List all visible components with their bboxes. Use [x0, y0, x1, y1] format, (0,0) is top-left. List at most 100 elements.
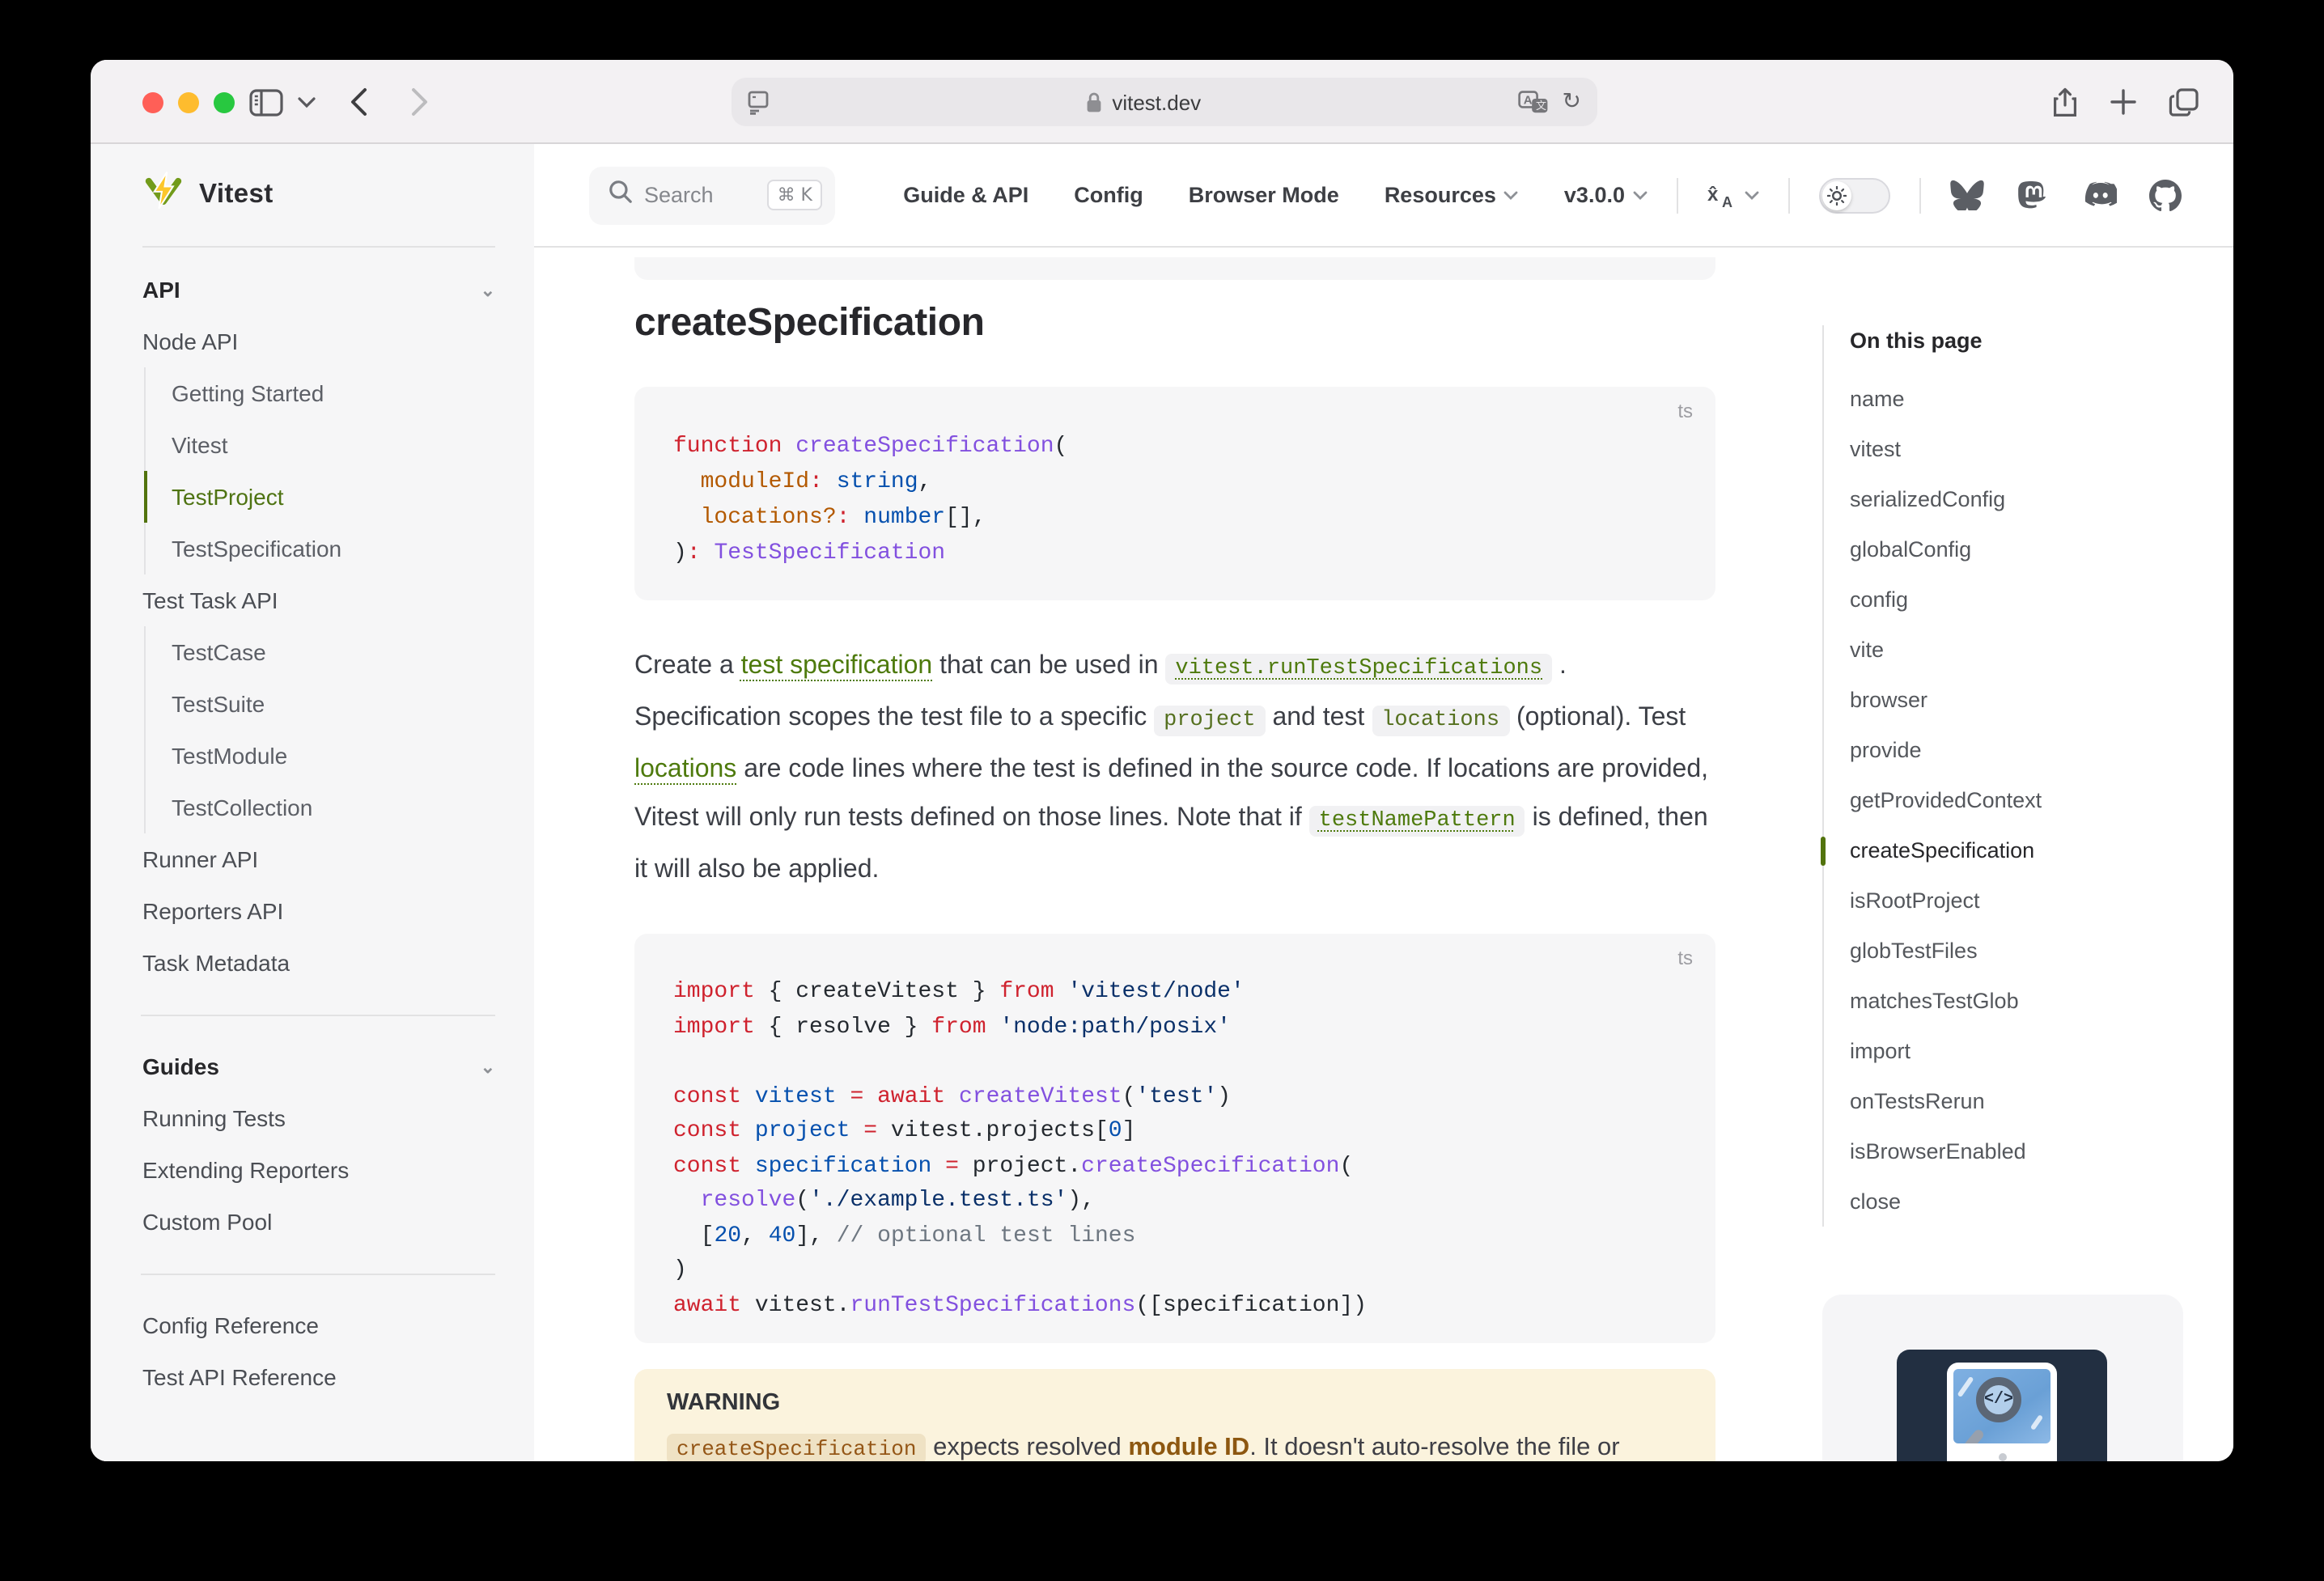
- sidebar-item-running-tests[interactable]: Running Tests: [142, 1092, 495, 1144]
- code-line: const specification = project.createSpec…: [673, 1150, 1677, 1185]
- search-shortcut-badge: ⌘ K: [768, 180, 822, 210]
- sponsor-card[interactable]: </>: [1822, 1295, 2183, 1461]
- inline-code: locations: [1372, 706, 1509, 736]
- github-icon[interactable]: [2149, 179, 2182, 211]
- outline-item-globtestfiles[interactable]: globTestFiles: [1850, 926, 2186, 976]
- outline-item-name[interactable]: name: [1850, 374, 2186, 424]
- outline-item-getprovidedcontext[interactable]: getProvidedContext: [1850, 775, 2186, 825]
- language-icon[interactable]: x̂A: [1707, 182, 1759, 208]
- sidebar-section-api[interactable]: API⌄: [142, 264, 495, 316]
- divider: [1919, 177, 1921, 213]
- outline-item-vitest[interactable]: vitest: [1850, 424, 2186, 474]
- nav-link-config[interactable]: Config: [1074, 183, 1143, 207]
- sidebar: Vitest API⌄Node APIGetting StartedVitest…: [91, 144, 534, 1461]
- outline-item-vite[interactable]: vite: [1850, 625, 2186, 675]
- sidebar-item-testmodule[interactable]: TestModule: [172, 730, 495, 782]
- divider: [141, 1274, 495, 1275]
- previous-code-block-partial: [634, 257, 1715, 280]
- sponsor-illustration: </>: [1897, 1350, 2107, 1461]
- code-lang-label: ts: [1677, 947, 1693, 969]
- outline-item-matchestestglob[interactable]: matchesTestGlob: [1850, 976, 2186, 1026]
- close-window-button[interactable]: [142, 91, 163, 112]
- minimize-window-button[interactable]: [178, 91, 199, 112]
- outline-item-close[interactable]: close: [1850, 1176, 2186, 1227]
- inline-link[interactable]: module ID: [1128, 1434, 1249, 1461]
- outline-item-ontestsrerun[interactable]: onTestsRerun: [1850, 1076, 2186, 1126]
- screen: vitest.dev A文 ↻: [0, 0, 2324, 1581]
- sidebar-item-node-api[interactable]: Node API: [142, 316, 495, 367]
- bluesky-icon[interactable]: [1950, 180, 1984, 210]
- outline-item-serializedconfig[interactable]: serializedConfig: [1850, 474, 2186, 524]
- outline-item-browser[interactable]: browser: [1850, 675, 2186, 725]
- page-title: createSpecification: [634, 299, 1715, 348]
- sidebar-item-vitest[interactable]: Vitest: [172, 419, 495, 471]
- inline-link[interactable]: test specification: [741, 652, 933, 680]
- mastodon-icon[interactable]: [2017, 178, 2049, 212]
- inline-code-link[interactable]: vitest.runTestSpecifications: [1165, 654, 1552, 685]
- warning-text: expects resolved: [926, 1434, 1128, 1461]
- outline-item-globalconfig[interactable]: globalConfig: [1850, 524, 2186, 574]
- search-input[interactable]: Search ⌘ K: [589, 166, 835, 224]
- sidebar-item-task-metadata[interactable]: Task Metadata: [142, 937, 495, 989]
- body-text: Create a: [634, 652, 741, 680]
- translate-badge-icon[interactable]: A文: [1519, 90, 1550, 114]
- reload-icon[interactable]: ↻: [1563, 89, 1581, 115]
- divider: [1788, 177, 1790, 213]
- logo[interactable]: Vitest: [142, 144, 495, 248]
- sidebar-item-getting-started[interactable]: Getting Started: [172, 367, 495, 419]
- sidebar-section-guides[interactable]: Guides⌄: [142, 1041, 495, 1092]
- discord-icon[interactable]: [2081, 181, 2117, 209]
- main-content: Search ⌘ K Guide & API Config Browser Mode…: [534, 144, 2233, 1461]
- nav-dropdown-resources[interactable]: Resources: [1385, 183, 1519, 207]
- sidebar-item-testcase[interactable]: TestCase: [172, 626, 495, 678]
- chevron-down-icon[interactable]: [298, 60, 316, 144]
- address-bar[interactable]: vitest.dev A文 ↻: [732, 78, 1597, 126]
- sidebar-item-extending-reporters[interactable]: Extending Reporters: [142, 1144, 495, 1196]
- theme-toggle[interactable]: [1819, 177, 1890, 213]
- warning-title: WARNING: [667, 1388, 1683, 1418]
- reader-icon[interactable]: [748, 90, 769, 114]
- outline-item-config[interactable]: config: [1850, 574, 2186, 625]
- outline-item-import[interactable]: import: [1850, 1026, 2186, 1076]
- sidebar-item-test-task-api[interactable]: Test Task API: [142, 574, 495, 626]
- sidebar-item-reporters-api[interactable]: Reporters API: [142, 885, 495, 937]
- svg-text:A: A: [1524, 92, 1533, 106]
- outline-item-isrootproject[interactable]: isRootProject: [1850, 875, 2186, 926]
- sidebar-item-config-reference[interactable]: Config Reference: [142, 1299, 495, 1351]
- code-line: ): [673, 1254, 1677, 1289]
- code-block-signature[interactable]: tsfunction createSpecification( moduleId…: [634, 387, 1715, 600]
- inline-code-link[interactable]: testNamePattern: [1309, 806, 1525, 837]
- forward-icon: [411, 60, 429, 144]
- nav-link-browser-mode[interactable]: Browser Mode: [1189, 183, 1339, 207]
- code-line: const project = vitest.projects[0]: [673, 1115, 1677, 1150]
- code-block-example[interactable]: tsimport { createVitest } from 'vitest/n…: [634, 934, 1715, 1343]
- warning-body: createSpecification expects resolved mod…: [667, 1427, 1683, 1461]
- warning-callout: WARNING createSpecification expects reso…: [634, 1369, 1715, 1461]
- nav-dropdown-v3-0-0[interactable]: v3.0.0: [1564, 183, 1648, 207]
- outline-item-isbrowserenabled[interactable]: isBrowserEnabled: [1850, 1126, 2186, 1176]
- divider: [141, 1015, 495, 1016]
- sidebar-item-custom-pool[interactable]: Custom Pool: [142, 1196, 495, 1248]
- zoom-window-button[interactable]: [214, 91, 235, 112]
- code-line: ): TestSpecification: [673, 536, 1677, 571]
- new-tab-icon[interactable]: [2110, 60, 2136, 144]
- inline-link[interactable]: locations: [634, 756, 736, 783]
- divider: [1677, 177, 1678, 213]
- sidebar-item-testproject[interactable]: TestProject: [143, 471, 495, 523]
- sidebar-toggle-icon[interactable]: [249, 60, 283, 144]
- on-this-page: On this page namevitestserializedConfigg…: [1822, 312, 2186, 1227]
- share-icon[interactable]: [2052, 60, 2078, 144]
- sidebar-item-testcollection[interactable]: TestCollection: [172, 782, 495, 833]
- back-icon[interactable]: [350, 60, 367, 144]
- sidebar-item-test-api-reference[interactable]: Test API Reference: [142, 1351, 495, 1403]
- outline-item-createspecification[interactable]: createSpecification: [1850, 825, 2186, 875]
- body-text: that can be used in: [932, 652, 1165, 680]
- outline-item-provide[interactable]: provide: [1850, 725, 2186, 775]
- sidebar-item-runner-api[interactable]: Runner API: [142, 833, 495, 885]
- nav-link-guide-api[interactable]: Guide & API: [903, 183, 1028, 207]
- sidebar-item-testspecification[interactable]: TestSpecification: [172, 523, 495, 574]
- chevron-down-icon: [1504, 190, 1519, 200]
- sidebar-item-testsuite[interactable]: TestSuite: [172, 678, 495, 730]
- code-line: import { resolve } from 'node:path/posix…: [673, 1011, 1677, 1045]
- tabs-overview-icon[interactable]: [2169, 60, 2199, 144]
